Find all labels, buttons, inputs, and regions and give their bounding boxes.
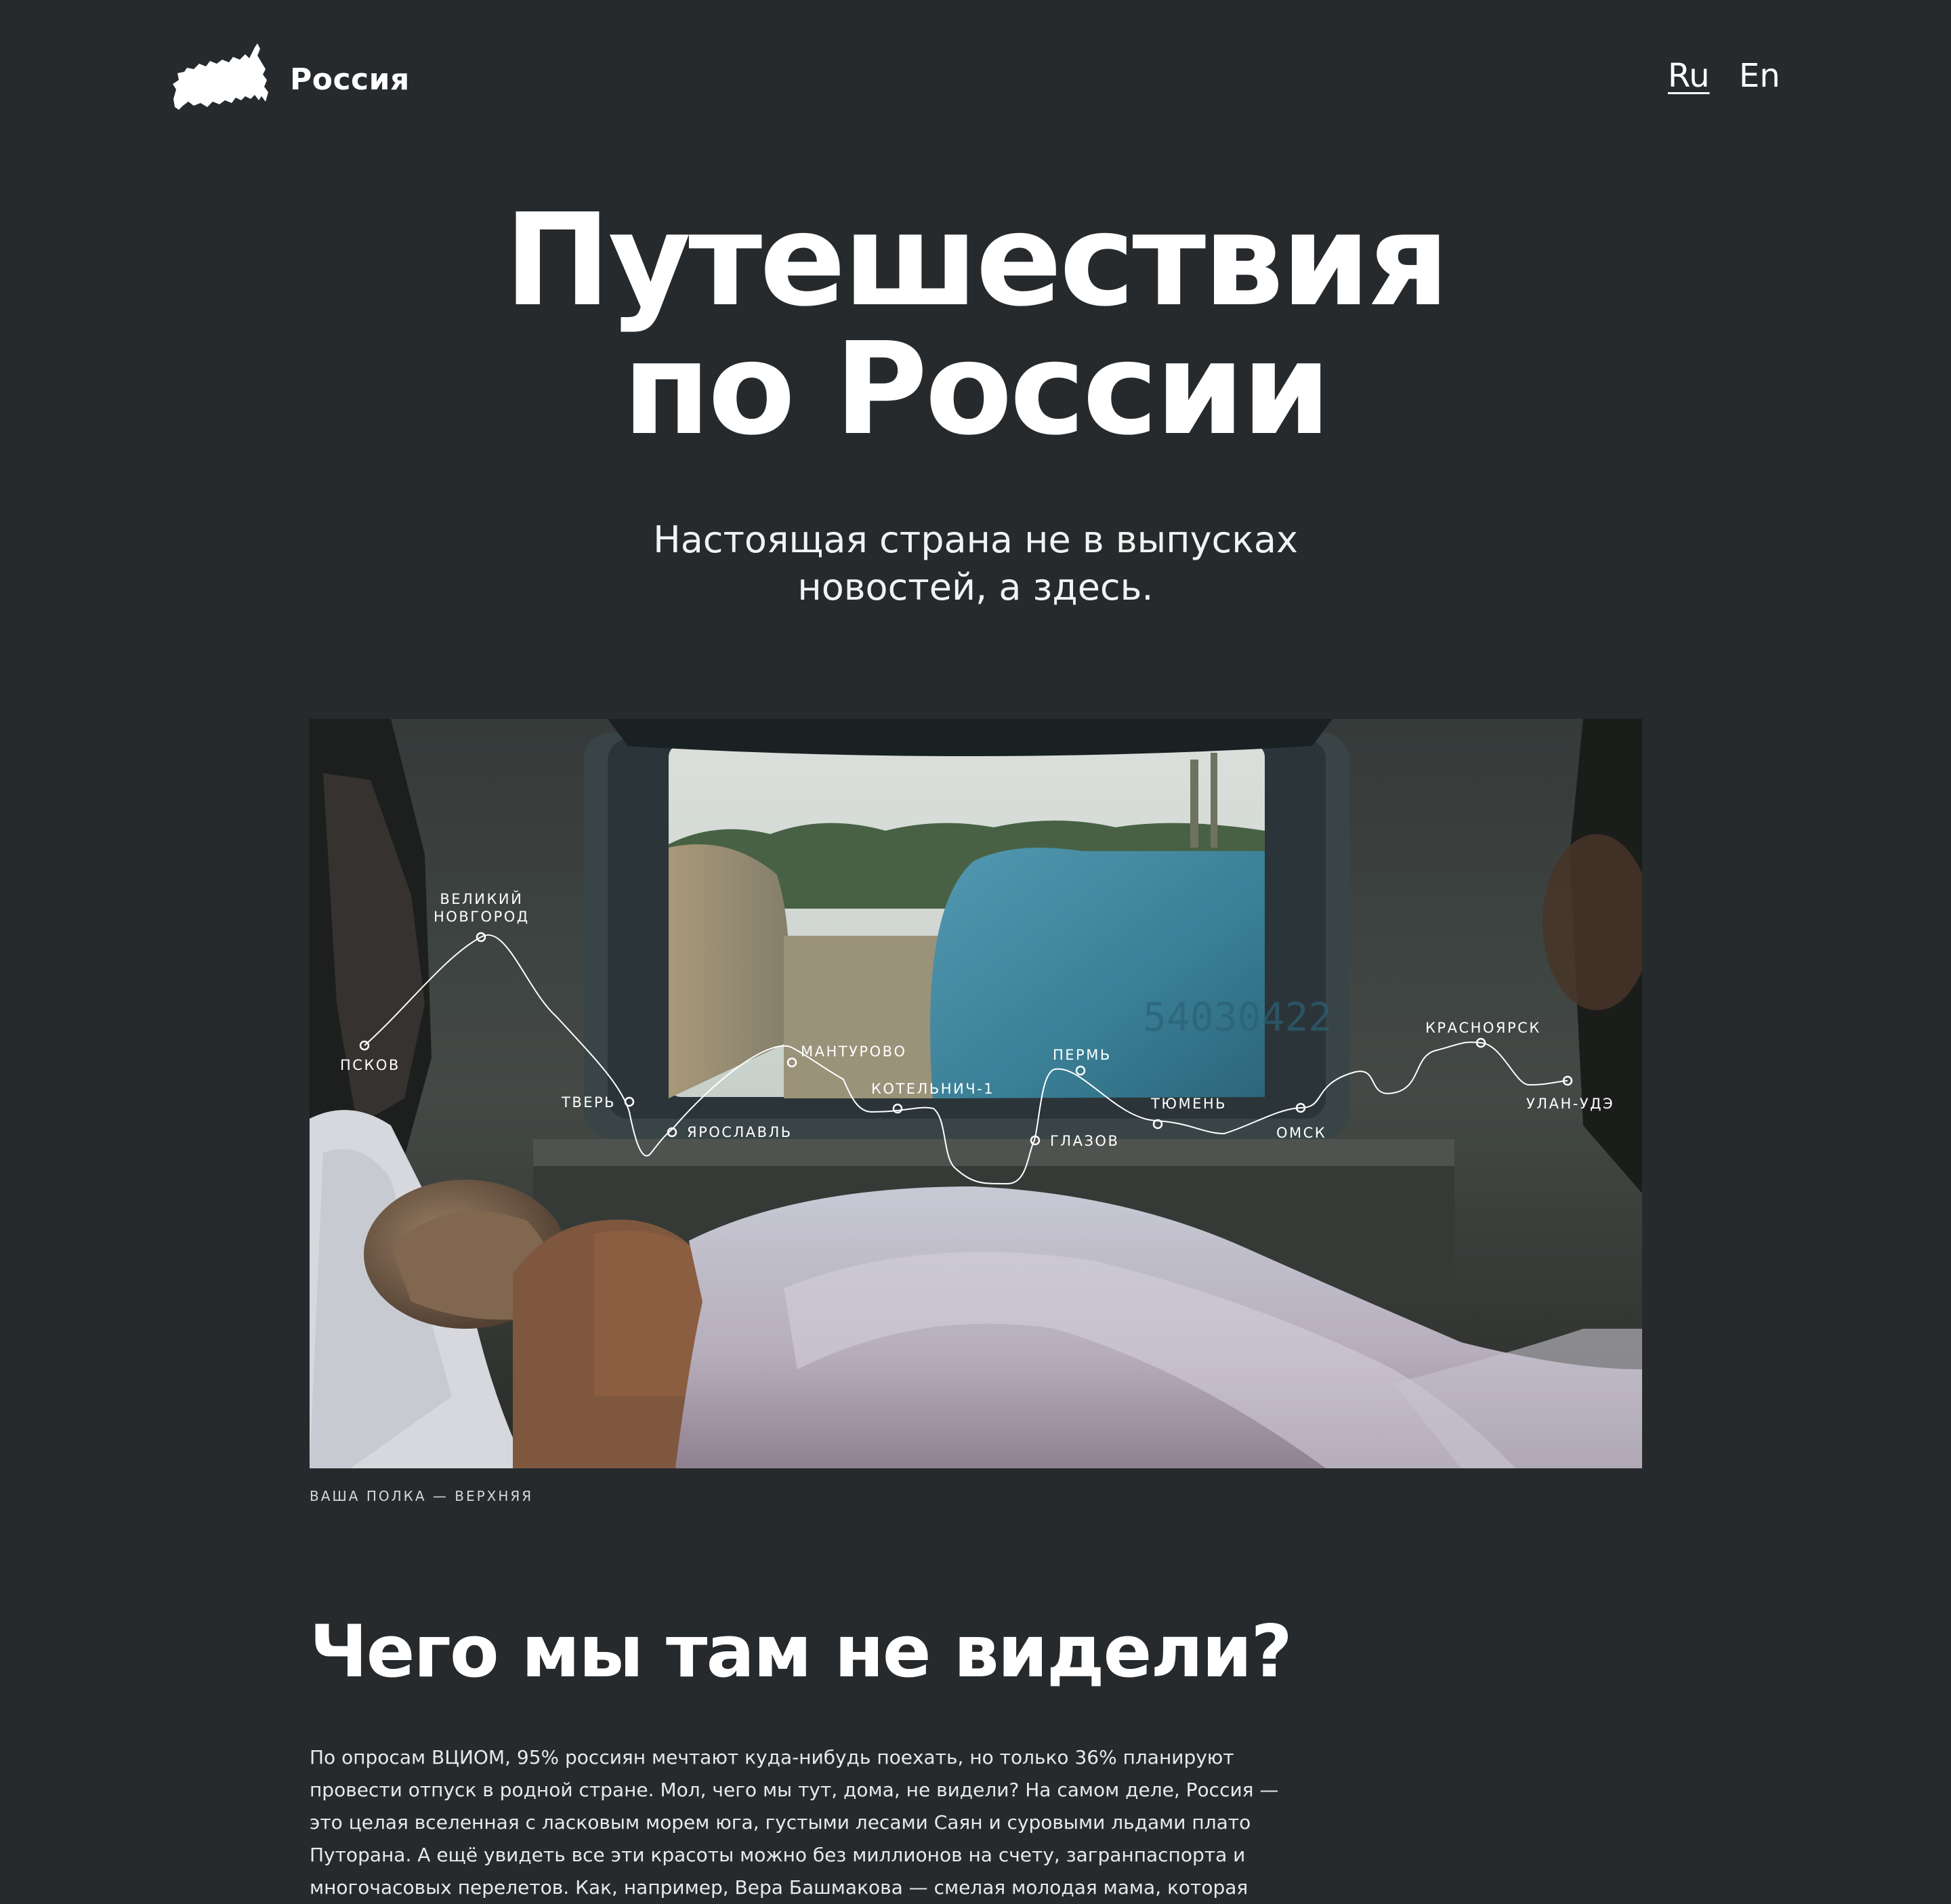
russia-map-icon — [173, 43, 268, 110]
city-label-novgorod: ВЕЛИКИЙ НОВГОРОД — [434, 890, 530, 926]
paragraph-line: многочасовых перелетов. Как, например, В… — [310, 1876, 1249, 1899]
hero-title-line-1: Путешествия — [504, 186, 1449, 335]
city-label-krasnoyarsk: КРАСНОЯРСК — [1425, 1020, 1541, 1036]
paragraph-line: провести отпуск в родной стране. Мол, че… — [310, 1779, 1279, 1801]
section-title: Чего мы там не видели? — [310, 1610, 1293, 1693]
city-label-omsk: ОМСК — [1276, 1125, 1327, 1141]
hero-title: Путешествия по России — [0, 196, 1951, 454]
city-label-pskov: ПСКОВ — [340, 1057, 400, 1073]
city-label-novgorod-line-2: НОВГОРОД — [434, 909, 530, 925]
city-label-tver: ТВЕРЬ — [562, 1094, 616, 1111]
photo-caption: ВАША ПОЛКА — ВЕРХНЯЯ — [310, 1488, 534, 1504]
city-label-kotelnich: КОТЕЛЬНИЧ-1 — [871, 1081, 995, 1097]
city-label-tyumen: ТЮМЕНЬ — [1151, 1096, 1228, 1112]
hero-subtitle-line-2: новостей, а здесь. — [797, 566, 1154, 608]
route-point-manturovo — [786, 1057, 797, 1068]
city-label-yaroslavl: ЯРОСЛАВЛЬ — [687, 1124, 793, 1140]
city-label-manturovo: МАНТУРОВО — [801, 1043, 907, 1060]
city-label-novgorod-line-1: ВЕЛИКИЙ — [440, 891, 524, 907]
city-label-perm: ПЕРМЬ — [1053, 1047, 1112, 1063]
hero-subtitle: Настоящая страна не в выпусках новостей,… — [0, 516, 1951, 611]
logo-text: Россия — [290, 62, 410, 97]
lang-en-link[interactable]: En — [1739, 57, 1780, 95]
city-label-glazov: ГЛАЗОВ — [1050, 1133, 1120, 1149]
hero-subtitle-line-1: Настоящая страна не в выпусках — [653, 518, 1298, 561]
hero-title-line-2: по России — [623, 315, 1331, 463]
route-point-tver — [624, 1096, 635, 1107]
site-header: Россия Ru En — [0, 0, 1951, 163]
paragraph-line: Путорана. А ещё увидеть все эти красоты … — [310, 1844, 1246, 1866]
paragraph-line: По опросам ВЦИОМ, 95% россиян мечтают ку… — [310, 1746, 1234, 1768]
section-paragraph: По опросам ВЦИОМ, 95% россиян мечтают ку… — [310, 1741, 1279, 1904]
lang-ru-link[interactable]: Ru — [1668, 57, 1710, 95]
logo-link[interactable]: Россия — [171, 42, 410, 117]
route-point-kotelnich — [892, 1103, 903, 1114]
hero-photo: 54030422 ПСКОВ ВЕЛИКИЙ НОВГОРОД ТВЕРЬ ЯР… — [310, 719, 1642, 1468]
route-point-perm — [1075, 1065, 1086, 1076]
city-label-ulan-ude: УЛАН-УДЭ — [1526, 1096, 1615, 1112]
paragraph-line: это целая вселенная с ласковым морем юга… — [310, 1811, 1251, 1834]
